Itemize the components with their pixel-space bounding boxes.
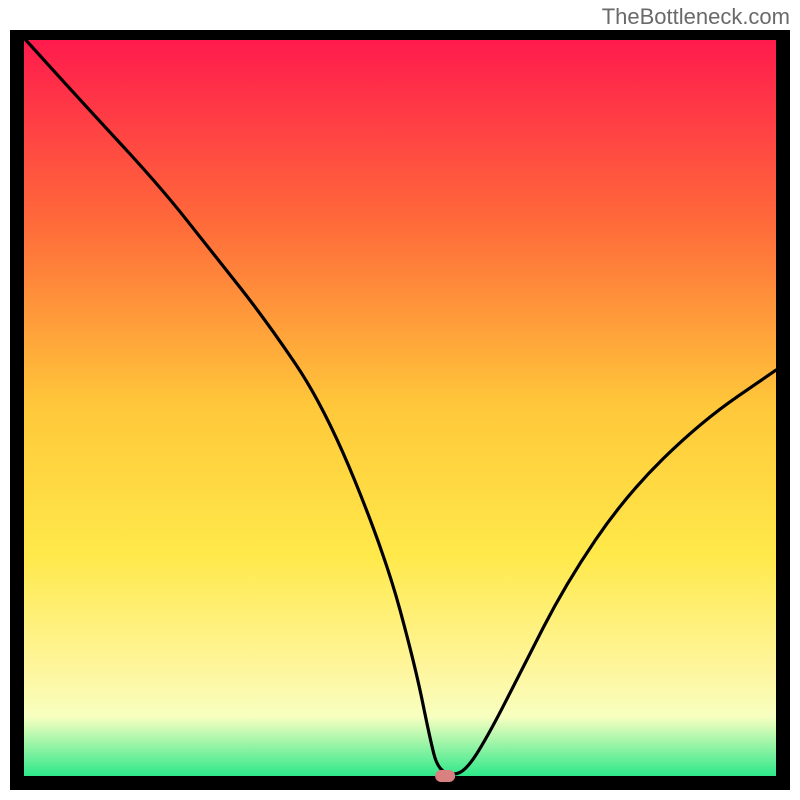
watermark-text: TheBottleneck.com	[602, 4, 790, 30]
chart-plot-area	[10, 30, 790, 790]
chart-container: TheBottleneck.com	[0, 0, 800, 800]
chart-svg	[10, 30, 790, 790]
